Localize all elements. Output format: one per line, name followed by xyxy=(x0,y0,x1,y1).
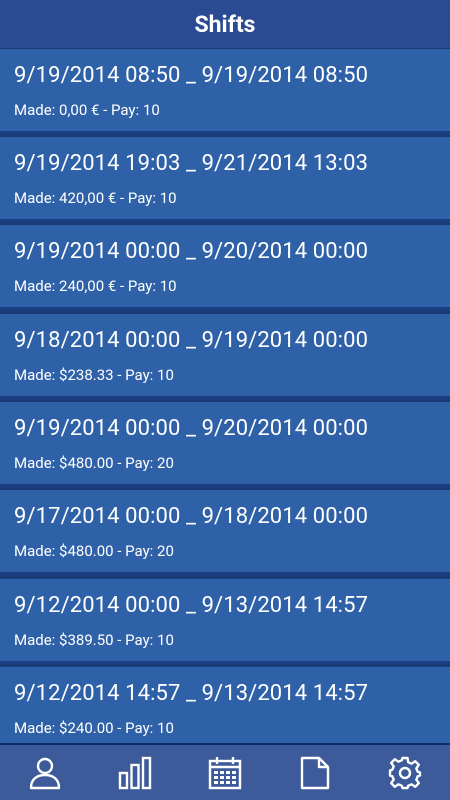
app-header: Shifts xyxy=(0,0,450,49)
shift-time-range: 9/17/2014 00:00 _ 9/18/2014 00:00 xyxy=(14,504,369,529)
shift-time-range: 9/19/2014 19:03 _ 9/21/2014 13:03 xyxy=(14,151,369,176)
document-icon xyxy=(300,756,330,789)
shift-row[interactable]: 9/19/2014 08:50 _ 9/19/2014 08:50 Made: … xyxy=(0,49,450,134)
shift-list[interactable]: 9/19/2014 08:50 _ 9/19/2014 08:50 Made: … xyxy=(0,49,450,743)
shift-time-range: 9/19/2014 00:00 _ 9/20/2014 00:00 xyxy=(14,416,369,441)
shift-summary: Made: $238.33 - Pay: 10 xyxy=(14,366,174,384)
nav-stats-button[interactable] xyxy=(105,748,165,798)
bar-chart-icon xyxy=(118,756,152,789)
shift-row[interactable]: 9/17/2014 00:00 _ 9/18/2014 00:00 Made: … xyxy=(0,490,450,575)
gear-icon xyxy=(388,756,422,789)
shift-row[interactable]: 9/18/2014 00:00 _ 9/19/2014 00:00 Made: … xyxy=(0,314,450,399)
nav-settings-button[interactable] xyxy=(375,748,435,798)
shift-row[interactable]: 9/19/2014 00:00 _ 9/20/2014 00:00 Made: … xyxy=(0,402,450,487)
shift-row[interactable]: 9/19/2014 00:00 _ 9/20/2014 00:00 Made: … xyxy=(0,225,450,310)
nav-calendar-button[interactable] xyxy=(195,748,255,798)
shift-summary: Made: $480.00 - Pay: 20 xyxy=(14,454,174,472)
shift-row[interactable]: 9/19/2014 19:03 _ 9/21/2014 13:03 Made: … xyxy=(0,137,450,222)
shift-summary: Made: $389.50 - Pay: 10 xyxy=(14,631,174,649)
shift-summary: Made: 420,00 € - Pay: 10 xyxy=(14,189,177,207)
shift-summary: Made: 240,00 € - Pay: 10 xyxy=(14,277,177,295)
shift-time-range: 9/19/2014 00:00 _ 9/20/2014 00:00 xyxy=(14,239,369,264)
nav-profile-button[interactable] xyxy=(15,748,75,798)
shift-time-range: 9/18/2014 00:00 _ 9/19/2014 00:00 xyxy=(14,328,369,353)
shift-row[interactable]: 9/12/2014 14:57 _ 9/13/2014 14:57 Made: … xyxy=(0,667,450,743)
shift-row[interactable]: 9/12/2014 00:00 _ 9/13/2014 14:57 Made: … xyxy=(0,579,450,664)
nav-report-button[interactable] xyxy=(285,748,345,798)
shift-time-range: 9/12/2014 14:57 _ 9/13/2014 14:57 xyxy=(14,681,369,706)
bottom-navbar xyxy=(0,743,450,800)
page-title: Shifts xyxy=(194,10,256,38)
shift-summary: Made: $240.00 - Pay: 10 xyxy=(14,719,174,737)
shift-summary: Made: 0,00 € - Pay: 10 xyxy=(14,101,160,119)
calendar-icon xyxy=(208,756,242,789)
shift-time-range: 9/12/2014 00:00 _ 9/13/2014 14:57 xyxy=(14,593,369,618)
shift-summary: Made: $480.00 - Pay: 20 xyxy=(14,542,174,560)
user-icon xyxy=(29,757,61,789)
shift-time-range: 9/19/2014 08:50 _ 9/19/2014 08:50 xyxy=(14,63,369,88)
